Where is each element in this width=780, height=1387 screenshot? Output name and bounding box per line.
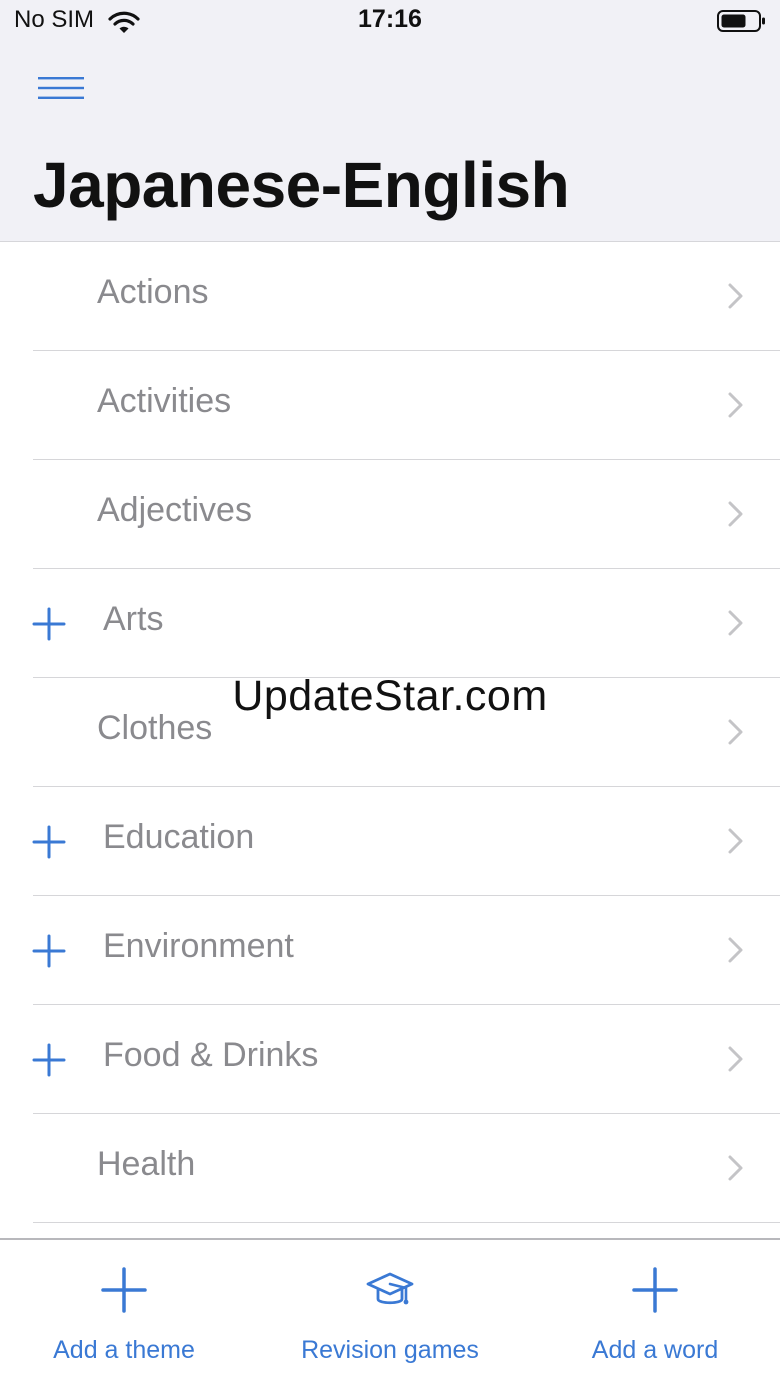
list-item-label: Food & Drinks [103, 1036, 319, 1074]
watermark-text: UpdateStar.com [232, 672, 548, 720]
plus-icon [632, 1267, 678, 1313]
menu-button[interactable] [36, 72, 86, 104]
chevron-right-icon [728, 283, 743, 309]
chevron-right-icon [728, 501, 743, 527]
list-item-label: Environment [103, 927, 294, 965]
list-item-label: Arts [103, 600, 164, 638]
add-word-label: Add a word [591, 1336, 719, 1364]
chevron-right-icon [728, 719, 743, 745]
list-item-food-drinks[interactable]: Food & Drinks [0, 1005, 780, 1114]
list-item-label: Adjectives [97, 491, 252, 529]
chevron-right-icon [728, 392, 743, 418]
list-item-label: Activities [97, 382, 232, 420]
status-bar: No SIM 17:16 [0, 0, 780, 44]
list-item-activities[interactable]: Activities [0, 351, 780, 460]
chevron-right-icon [728, 610, 743, 636]
page-title: Japanese-English [33, 149, 570, 221]
bottom-toolbar: Add a theme Revision games Add a word [0, 1238, 780, 1387]
graduation-cap-icon [366, 1272, 414, 1305]
list-item-environment[interactable]: Environment [0, 896, 780, 1005]
navigation-header: No SIM 17:16 Japanese-English [0, 0, 780, 242]
chevron-right-icon [728, 828, 743, 854]
list-item-health[interactable]: Health [0, 1114, 780, 1223]
add-theme-label: Add a theme [53, 1336, 195, 1364]
clock: 17:16 [358, 5, 422, 33]
add-word-button[interactable]: Add a word [525, 1240, 780, 1387]
expand-plus-icon[interactable] [32, 607, 66, 641]
chevron-right-icon [728, 1155, 743, 1181]
expand-plus-icon[interactable] [32, 934, 66, 968]
chevron-right-icon [728, 937, 743, 963]
list-item-actions[interactable]: Actions [0, 242, 780, 351]
add-theme-button[interactable]: Add a theme [0, 1240, 254, 1387]
battery-icon [717, 10, 765, 32]
row-divider [33, 1222, 780, 1223]
list-item-label: Education [103, 818, 255, 856]
chevron-right-icon [728, 1046, 743, 1072]
revision-games-label: Revision games [301, 1336, 479, 1364]
expand-plus-icon[interactable] [32, 825, 66, 859]
expand-plus-icon[interactable] [32, 1043, 66, 1077]
theme-list: Actions Activities Adjectives Arts Cloth… [0, 242, 780, 1238]
plus-icon [101, 1267, 147, 1313]
list-item-adjectives[interactable]: Adjectives [0, 460, 780, 569]
revision-games-button[interactable]: Revision games [260, 1240, 520, 1387]
list-item-label: Actions [97, 273, 209, 311]
list-item-label: Health [97, 1145, 196, 1183]
list-item-education[interactable]: Education [0, 787, 780, 896]
hamburger-menu-icon [38, 77, 84, 99]
list-item-arts[interactable]: Arts [0, 569, 780, 678]
